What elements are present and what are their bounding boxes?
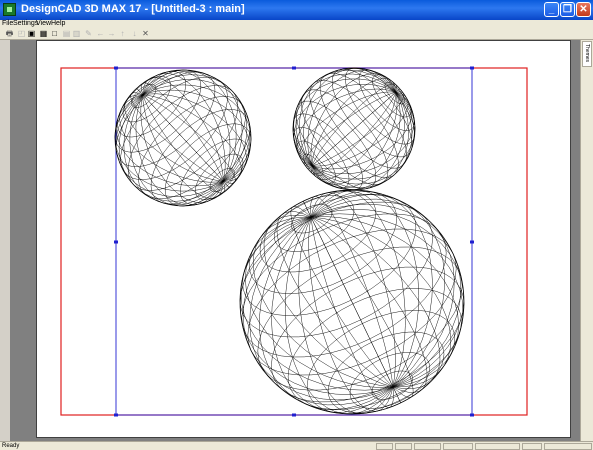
themes-tab-label: Themes [584,44,590,63]
selection-handle [114,66,118,70]
toolbar-print-button[interactable]: 🖶 [5,29,14,38]
status-pane-3 [414,443,441,450]
selection-handle [470,66,474,70]
sphere-bottom-right-mesh [239,189,465,415]
status-pane-2 [395,443,412,450]
sphere-bottom-right[interactable] [239,189,465,415]
selection-handle [470,240,474,244]
toolbar-draw-button[interactable]: ✎ [84,29,93,38]
window-title: DesignCAD 3D MAX 17 - [Untitled-3 : main… [21,3,245,15]
maximize-button[interactable]: ❐ [560,2,575,17]
status-pane-5 [475,443,520,450]
drawing-workspace[interactable] [10,40,580,441]
app-icon[interactable] [3,3,16,16]
sphere-top-left[interactable] [114,69,252,207]
toolbar-frame-button[interactable]: □ [50,29,59,38]
toolbar-arrow-right-button[interactable]: → [107,29,116,38]
sphere-top-right[interactable] [292,67,416,191]
menu-help[interactable]: Help [51,20,65,28]
toolbar-layout-button[interactable]: ▦ [39,29,48,38]
toolbar-arrow-up-button[interactable]: ↑ [118,29,127,38]
selection-handle [292,413,296,417]
toolbar-group2-button[interactable]: ▥ [72,29,81,38]
status-pane-4 [443,443,473,450]
toolbar-arrow-left-button[interactable]: ← [96,29,105,38]
minimize-button[interactable]: _ [544,2,559,17]
selection-handle [292,66,296,70]
toolbar-page-button[interactable]: ▣ [27,29,36,38]
title-bar[interactable]: DesignCAD 3D MAX 17 - [Untitled-3 : main… [0,0,593,20]
menu-view[interactable]: View [36,20,51,28]
toolbar-arrow-down-button[interactable]: ↓ [130,29,139,38]
close-button[interactable]: ✕ [576,2,591,17]
themes-tab[interactable]: Themes [582,41,592,67]
toolbar: 🖶 ◰ ▣ ▦ □ ▤ ▥ ✎ ← → ↑ ↓ ✕ [0,28,593,40]
toolbar-delete-button[interactable]: ✕ [141,29,150,38]
selection-handle [114,413,118,417]
menu-bar: File Settings View Help [0,20,593,28]
status-pane-7 [544,443,592,450]
status-pane-6 [522,443,542,450]
menu-file[interactable]: File [2,20,13,28]
status-text: Ready [2,443,20,449]
sphere-top-left-mesh [114,69,252,207]
menu-settings[interactable]: Settings [13,20,38,28]
selection-handle [114,240,118,244]
print-page[interactable] [36,40,571,438]
side-panel: Themes [580,40,593,441]
toolbar-group1-button[interactable]: ▤ [62,29,71,38]
status-bar: Ready [0,441,593,450]
drawing-canvas[interactable] [37,41,572,439]
sphere-top-right-mesh [292,67,416,191]
status-pane-1 [376,443,393,450]
toolbar-print-preview-button[interactable]: ◰ [17,29,26,38]
selection-handle [470,413,474,417]
